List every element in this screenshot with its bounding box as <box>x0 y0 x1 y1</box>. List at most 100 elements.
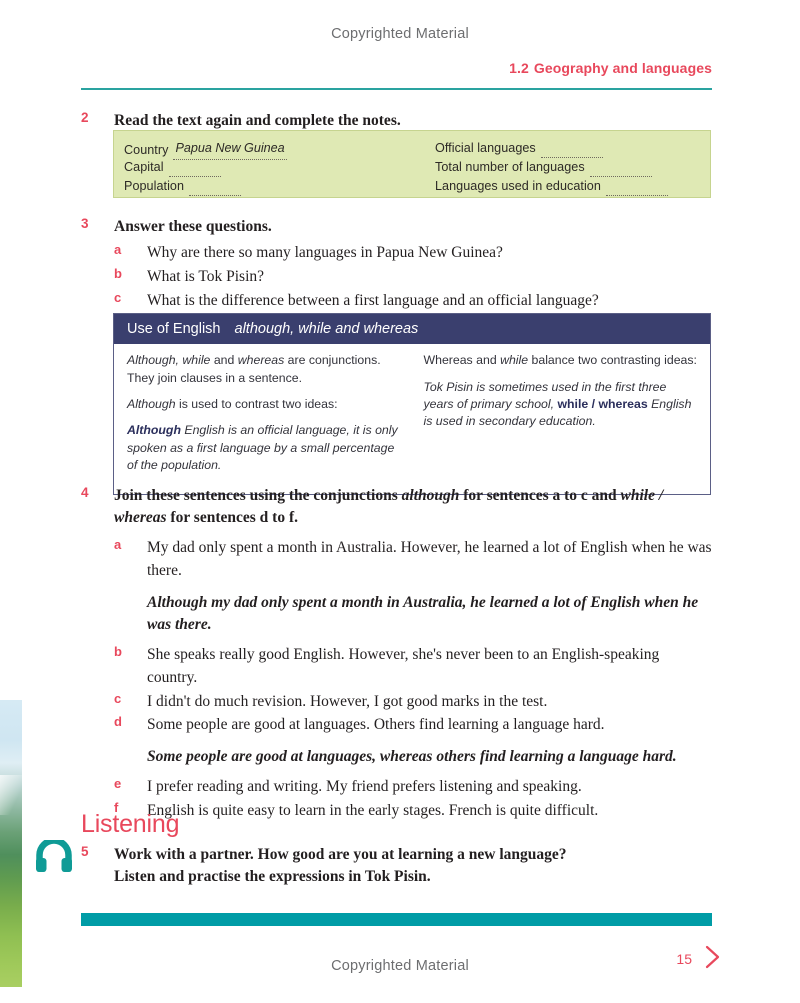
note-label-capital: Capital <box>124 160 164 174</box>
textbook-page: Copyrighted Material 1.2 Geography and la… <box>0 0 800 1003</box>
list-item: c What is the difference between a first… <box>114 290 712 313</box>
item-text-f: English is quite easy to learn in the ea… <box>147 801 599 819</box>
list-item: a Why are there so many languages in Pap… <box>114 242 712 265</box>
ex4-instr-part1: Join these sentences using the conjuncti… <box>114 487 402 504</box>
use-of-english-column-right: Whereas and while balance two contrastin… <box>414 352 711 484</box>
item-text-c: I didn't do much revision. However, I go… <box>147 692 548 710</box>
note-blank-education-languages[interactable] <box>605 182 668 196</box>
item-letter-b: b <box>114 265 122 281</box>
list-item: b What is Tok Pisin? <box>114 266 712 289</box>
exercise-3-instruction: Answer these questions. <box>114 218 272 235</box>
note-field-total-languages: Total number of languages <box>435 158 710 177</box>
note-label-total-languages: Total number of languages <box>435 160 585 174</box>
note-blank-official-languages[interactable] <box>540 144 603 158</box>
note-field-education-languages: Languages used in education <box>435 177 710 196</box>
list-item: c I didn't do much revision. However, I … <box>114 691 712 714</box>
use-of-english-label: Use of English <box>127 321 221 337</box>
ex4-instr-part3: for sentences d to f. <box>166 509 298 526</box>
section-heading-listening: Listening <box>81 810 180 838</box>
uoe-left-1-lead2: whereas <box>237 353 285 368</box>
item-letter-a: a <box>114 242 122 257</box>
list-item: f English is quite easy to learn in the … <box>114 800 712 823</box>
uoe-left-1-lead: Although, while <box>127 353 211 368</box>
item-answer-a: Although my dad only spent a month in Au… <box>147 593 699 634</box>
uoe-left-2-tail: is used to contrast two ideas: <box>175 397 338 412</box>
uoe-right-1-lead2: while <box>500 353 529 368</box>
header-divider-rule <box>81 88 712 90</box>
item-letter-e: e <box>114 776 122 792</box>
note-label-population: Population <box>124 179 185 193</box>
uoe-left-2-lead: Although <box>127 397 176 412</box>
note-blank-population[interactable] <box>189 182 242 196</box>
page-number: 15 <box>676 951 692 967</box>
audio-track-number: 03 <box>49 850 60 861</box>
exercise-4-number: 4 <box>81 485 89 500</box>
list-item: b She speaks really good English. Howeve… <box>114 644 712 690</box>
note-label-official-languages: Official languages <box>435 141 536 155</box>
exercise-4-items: a My dad only spent a month in Australia… <box>114 537 712 823</box>
note-field-official-languages: Official languages <box>435 139 710 158</box>
item-letter-a: a <box>114 537 122 552</box>
notes-completion-box: Country Papua New Guinea Capital Populati… <box>113 130 711 198</box>
headphones-icon[interactable]: 03 <box>34 837 74 874</box>
exercise-2: 2 Read the text again and complete the n… <box>81 110 712 132</box>
item-text-c: What is the difference between a first l… <box>147 291 599 309</box>
note-value-country[interactable]: Papua New Guinea <box>173 139 287 160</box>
list-item: a My dad only spent a month in Australia… <box>114 537 712 637</box>
uoe-right-1-tail: balance two contrasting ideas: <box>528 353 697 368</box>
copyright-notice-top: Copyrighted Material <box>331 26 469 42</box>
uoe-right-2-bold: while / whereas <box>557 397 648 412</box>
uoe-right-1-mid: and <box>472 353 501 368</box>
use-of-english-box: Use of English although, while and wherea… <box>113 313 711 495</box>
ex4-instr-part2: for sentences a to c and <box>459 487 621 504</box>
note-field-population: Population <box>124 177 399 196</box>
exercise-4: 4 Join these sentences using the conjunc… <box>81 485 712 824</box>
uoe-left-1-mid: and <box>210 353 238 368</box>
exercise-5-instruction: Work with a partner. How good are you at… <box>114 844 712 888</box>
exercise-3-number: 3 <box>81 216 89 231</box>
uoe-right-para-1: Whereas and while balance two contrastin… <box>424 352 699 369</box>
notes-column-left: Country Papua New Guinea Capital Populati… <box>114 131 399 197</box>
uoe-left-para-2: Although is used to contrast two ideas: <box>127 396 402 413</box>
item-letter-d: d <box>114 714 122 730</box>
unit-heading: 1.2 Geography and languages <box>509 60 712 76</box>
exercise-3: 3 Answer these questions. a Why are ther… <box>81 216 712 313</box>
item-letter-c: c <box>114 289 122 305</box>
list-item: e I prefer reading and writing. My frien… <box>114 776 712 799</box>
exercise-5-line-2: Listen and practise the expressions in T… <box>114 868 431 885</box>
use-of-english-header: Use of English although, while and wherea… <box>114 314 710 345</box>
uoe-left-3-bold: Although <box>127 423 181 438</box>
footer-teal-bar <box>81 913 712 926</box>
unit-title-text: Geography and languages <box>533 60 712 76</box>
item-text-a: My dad only spent a month in Australia. … <box>147 539 712 579</box>
note-field-capital: Capital <box>124 158 399 177</box>
exercise-3-items: a Why are there so many languages in Pap… <box>114 242 712 312</box>
uoe-right-para-2: Tok Pisin is sometimes used in the first… <box>424 379 699 431</box>
exercise-5-line-1: Work with a partner. How good are you at… <box>114 846 567 863</box>
note-label-education-languages: Languages used in education <box>435 179 601 193</box>
exercise-2-number: 2 <box>81 110 89 125</box>
item-letter-b: b <box>114 644 122 660</box>
uoe-right-1-lead: Whereas <box>423 353 473 368</box>
item-text-d: Some people are good at languages. Other… <box>147 716 605 734</box>
item-text-e: I prefer reading and writing. My friend … <box>147 778 582 796</box>
use-of-english-column-left: Although, while and whereas are conjunct… <box>114 352 414 484</box>
note-blank-capital[interactable] <box>168 163 221 177</box>
unit-number: 1.2 <box>509 60 529 76</box>
chevron-right-icon[interactable] <box>702 944 724 970</box>
note-field-country: Country Papua New Guinea <box>124 139 399 160</box>
uoe-left-para-3: Although English is an official language… <box>127 422 402 474</box>
ex4-instr-italic1: although <box>401 487 460 504</box>
exercise-4-instruction: Join these sentences using the conjuncti… <box>114 485 712 529</box>
item-answer-d: Some people are good at languages, where… <box>147 748 677 766</box>
note-label-country: Country <box>124 143 169 157</box>
list-item: d Some people are good at languages. Oth… <box>114 714 712 769</box>
exercise-5: 5 Work with a partner. How good are you … <box>81 844 712 888</box>
note-blank-total-languages[interactable] <box>589 163 652 177</box>
exercise-5-number: 5 <box>81 844 89 859</box>
use-of-english-body: Although, while and whereas are conjunct… <box>114 344 710 494</box>
item-letter-c: c <box>114 690 122 706</box>
item-text-b: What is Tok Pisin? <box>147 267 265 285</box>
notes-column-right: Official languages Total number of langu… <box>399 131 710 197</box>
exercise-2-instruction: Read the text again and complete the not… <box>114 112 401 129</box>
